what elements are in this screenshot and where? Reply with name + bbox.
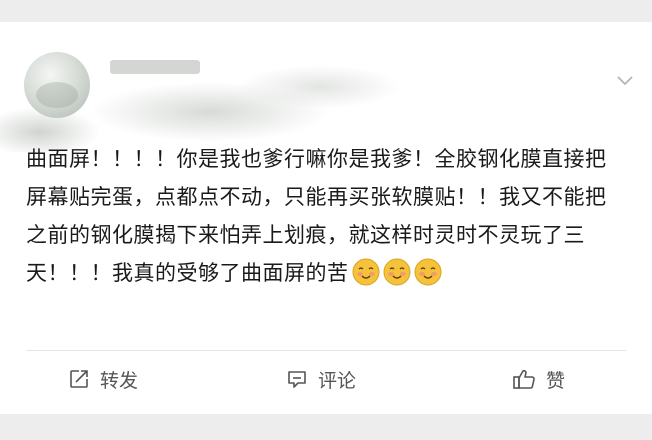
thumbs-up-icon bbox=[513, 369, 535, 389]
repost-button[interactable]: 转发 bbox=[68, 364, 138, 394]
comment-label: 评论 bbox=[318, 369, 357, 392]
share-icon bbox=[70, 370, 88, 388]
comment-button[interactable]: 评论 bbox=[286, 364, 356, 394]
weibo-post-card: 曲面屏！！！！你是我也爹行嘛你是我爹！全胶钢化膜直接把屏幕贴完蛋，点都点不动，只… bbox=[0, 22, 652, 414]
post-text-block: 曲面屏！！！！你是我也爹行嘛你是我爹！全胶钢化膜直接把屏幕贴完蛋，点都点不动，只… bbox=[26, 140, 626, 292]
like-label: 赞 bbox=[546, 369, 566, 392]
smile-emoji-icon bbox=[414, 258, 441, 286]
smile-emoji-icon bbox=[352, 258, 379, 286]
comment-icon bbox=[288, 371, 306, 388]
like-button[interactable]: 赞 bbox=[512, 364, 565, 394]
post-text: 曲面屏！！！！你是我也爹行嘛你是我爹！全胶钢化膜直接把屏幕贴完蛋，点都点不动，只… bbox=[26, 147, 607, 285]
smile-emoji-icon bbox=[383, 258, 410, 286]
repost-label: 转发 bbox=[100, 369, 139, 392]
username-blurred[interactable] bbox=[110, 60, 200, 74]
action-divider bbox=[26, 350, 626, 351]
chevron-down-icon[interactable] bbox=[616, 74, 634, 86]
avatar[interactable] bbox=[24, 52, 90, 118]
